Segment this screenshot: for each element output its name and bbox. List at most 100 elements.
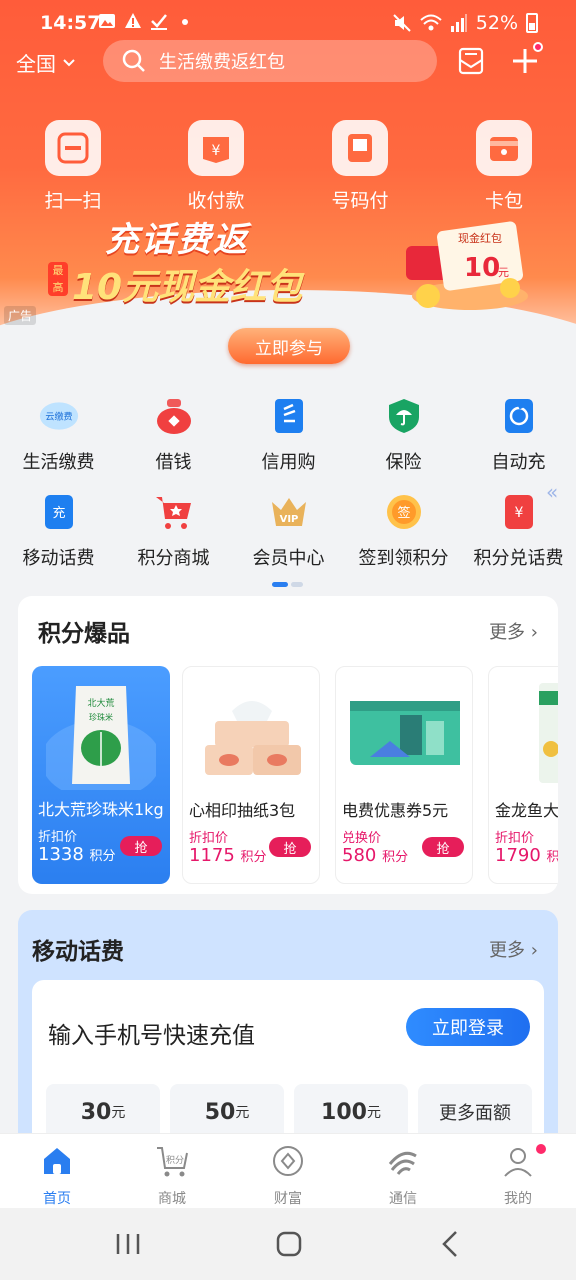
vip-crown-icon: VIP <box>269 492 309 532</box>
redpack-label: 现金红包 <box>458 231 502 245</box>
mobile-topup-icon-text: 充 <box>52 505 65 521</box>
home-icon <box>44 1148 70 1174</box>
scan-icon <box>45 120 101 176</box>
service-credit-buy[interactable]: 信用购 <box>231 396 346 474</box>
tab-communication[interactable]: 通信 <box>363 1144 443 1208</box>
plus-badge-dot <box>533 42 543 52</box>
points-more-link[interactable]: 更多 › <box>489 618 538 644</box>
login-button[interactable]: 立即登录 <box>406 1008 530 1046</box>
mobile-more-link[interactable]: 更多 › <box>489 936 538 962</box>
product-card[interactable]: 心相印抽纸3包 折扣价 1175 积分 抢 <box>182 666 320 884</box>
service-insurance[interactable]: 保险 <box>346 396 461 474</box>
insurance-umbrella-icon <box>384 396 424 436</box>
more-amounts-option[interactable]: 更多面额 <box>418 1084 532 1140</box>
product-price-type: 折扣价 <box>189 831 229 846</box>
points-exchange-icon: ¥ <box>499 492 539 532</box>
phone-input-prompt[interactable]: 输入手机号快速充值 <box>48 1016 255 1050</box>
service-points-exchange[interactable]: ¥ 积分兑话费 <box>461 492 576 570</box>
dot-notification-icon <box>182 19 188 25</box>
system-nav-bar <box>0 1208 576 1280</box>
service-label: 积分商城 <box>137 548 210 569</box>
gallery-notification-icon <box>99 14 115 28</box>
tab-label: 我的 <box>504 1191 532 1207</box>
quick-action-payment[interactable]: ¥ 收付款 <box>161 120 271 213</box>
rice-pack-title: 珍珠米 <box>89 712 113 722</box>
service-vip-center[interactable]: VIP 会员中心 <box>231 492 346 570</box>
mall-icon-text: 积分 <box>166 1154 184 1166</box>
service-label: 积分兑话费 <box>473 548 564 569</box>
tab-profile[interactable]: 我的 <box>478 1144 558 1208</box>
payment-icon: ¥ <box>188 120 244 176</box>
service-loan[interactable]: 借钱 <box>116 396 231 474</box>
signal-icon <box>450 14 467 32</box>
quick-action-card-wallet[interactable]: 卡包 <box>449 120 559 213</box>
region-selector[interactable]: 全国 <box>16 48 76 77</box>
grab-button[interactable]: 抢 <box>120 836 162 856</box>
banner-title: 充话费返 <box>105 220 249 260</box>
redpack-amount: 10 <box>464 253 500 283</box>
mute-icon <box>393 14 411 32</box>
more-label: 更多 <box>489 940 526 961</box>
quick-action-label: 收付款 <box>187 190 245 212</box>
banner-highlight: 最高 <box>48 262 68 296</box>
message-icon[interactable] <box>456 46 486 76</box>
redpack-unit: 元 <box>498 266 509 279</box>
warning-notification-icon <box>125 13 141 28</box>
tab-label: 财富 <box>274 1191 302 1207</box>
tissue-pack-image <box>205 701 301 775</box>
red-envelope-illustration: 现金红包 10 元 <box>406 221 528 310</box>
more-label: 更多 <box>489 622 526 643</box>
mobile-topup-icon: 充 <box>39 492 79 532</box>
rice-bag-image: 北大荒 珍珠米 <box>46 686 156 790</box>
tab-home[interactable]: 首页 <box>17 1144 97 1208</box>
product-price-type: 兑换价 <box>342 831 382 846</box>
points-section-title: 积分爆品 <box>38 621 130 647</box>
search-icon <box>122 49 145 72</box>
chevron-left-icon[interactable]: « <box>546 480 558 504</box>
home-button-icon[interactable] <box>268 1228 308 1260</box>
chevron-right-icon: › <box>530 940 538 961</box>
points-hot-card: 积分爆品 更多 › 北大荒 珍珠米 北大荒珍珠米1kg 折扣价 1338 积分 … <box>18 596 558 894</box>
region-label: 全国 <box>16 52 56 76</box>
check-in-icon-text: 签 <box>397 505 410 521</box>
service-label: 自动充 <box>491 452 546 473</box>
profile-badge-dot <box>536 1144 546 1154</box>
product-card[interactable]: 电费优惠券5元 兑换价 580 积分 抢 <box>335 666 473 884</box>
product-name: 金龙鱼大 <box>495 801 558 820</box>
check-in-icon: 签 <box>384 492 424 532</box>
grab-button[interactable]: 抢 <box>269 837 311 857</box>
quick-action-scan[interactable]: 扫一扫 <box>18 120 128 213</box>
product-card[interactable]: 北大荒 珍珠米 北大荒珍珠米1kg 折扣价 1338 积分 抢 <box>32 666 170 884</box>
search-input[interactable]: 生活缴费返红包 <box>103 40 437 82</box>
battery-icon <box>526 13 538 33</box>
service-points-mall[interactable]: 积分商城 <box>116 492 231 570</box>
utility-pay-icon-text: 云缴费 <box>45 411 72 423</box>
quick-action-number-pay[interactable]: 号码付 <box>305 120 415 213</box>
product-price-type: 折扣价 <box>495 831 535 846</box>
service-auto-recharge[interactable]: 自动充 <box>461 396 576 474</box>
topup-form: 输入手机号快速充值 立即登录 30 元 50 元 100 元 更多面额 <box>32 980 544 1150</box>
amount-option[interactable]: 50 元 <box>170 1084 284 1140</box>
china-mobile-icon <box>388 1151 417 1175</box>
tab-mall[interactable]: 积分 商城 <box>132 1144 212 1208</box>
recent-apps-icon[interactable] <box>108 1228 148 1260</box>
wifi-icon <box>420 14 442 31</box>
amount-option[interactable]: 30 元 <box>46 1084 160 1140</box>
points-exchange-icon-text: ¥ <box>514 505 523 521</box>
service-utility-pay[interactable]: 云缴费 生活缴费 <box>1 396 116 474</box>
svg-text:¥: ¥ <box>212 143 221 159</box>
electric-coupon-image <box>350 701 460 765</box>
grab-button[interactable]: 抢 <box>422 837 464 857</box>
service-check-in[interactable]: 签 签到领积分 <box>346 492 461 570</box>
join-now-button[interactable]: 立即参与 <box>228 328 350 364</box>
bottom-tab-bar: 首页 积分 商城 财富 通信 我的 <box>0 1133 576 1208</box>
product-card[interactable]: 金龙鱼大 折扣价 1790 积分 <box>488 666 558 884</box>
ad-tag: 广告 <box>4 306 37 325</box>
rice-pack-brand: 北大荒 <box>87 697 114 709</box>
service-mobile-topup[interactable]: 充 移动话费 <box>1 492 116 570</box>
product-price-type: 折扣价 <box>38 830 78 845</box>
tab-label: 首页 <box>43 1191 71 1207</box>
back-icon[interactable] <box>430 1228 470 1260</box>
tab-wealth[interactable]: 财富 <box>248 1144 328 1208</box>
amount-option[interactable]: 100 元 <box>294 1084 408 1140</box>
